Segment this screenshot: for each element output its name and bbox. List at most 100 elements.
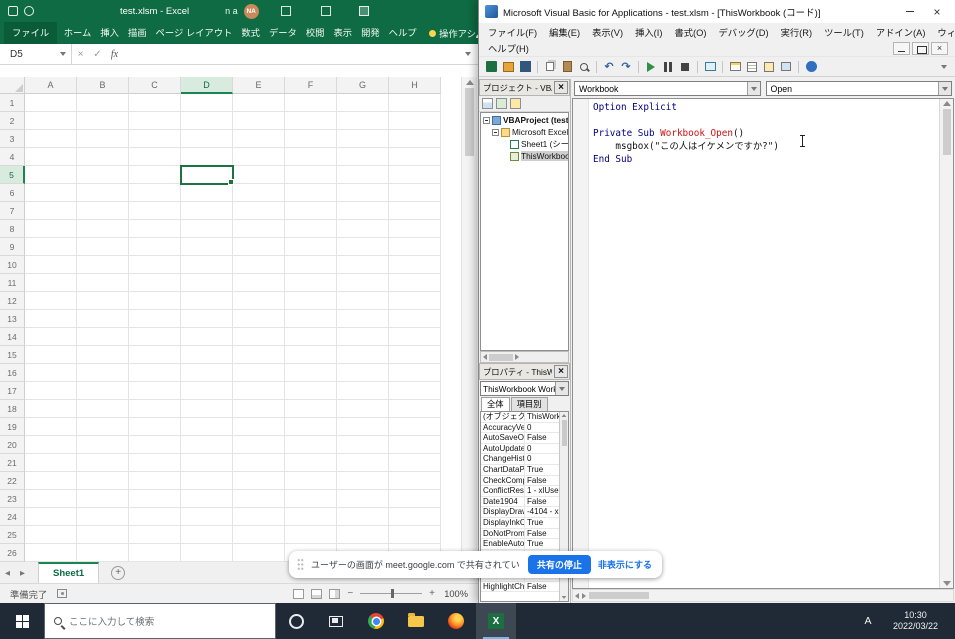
cell-B9[interactable] <box>77 238 129 256</box>
cortana-taskbar-button[interactable] <box>276 603 316 639</box>
cell-G12[interactable] <box>337 292 389 310</box>
cell-B14[interactable] <box>77 328 129 346</box>
formula-bar-expand-icon[interactable] <box>465 52 471 56</box>
row-header-22[interactable]: 22 <box>0 472 25 490</box>
cell-D14[interactable] <box>181 328 233 346</box>
cell-H1[interactable] <box>389 94 441 112</box>
cell-E26[interactable] <box>233 544 285 562</box>
ribbon-tab-挿入[interactable]: 挿入 <box>96 22 124 44</box>
cell-E12[interactable] <box>233 292 285 310</box>
select-all-button[interactable] <box>0 77 25 94</box>
cell-D12[interactable] <box>181 292 233 310</box>
save-icon[interactable] <box>8 6 18 16</box>
sheet-nav-left-icon[interactable]: ◀ <box>0 569 15 577</box>
column-header-A[interactable]: A <box>25 77 77 94</box>
cell-C13[interactable] <box>129 310 181 328</box>
menu-デバッグ(D)[interactable]: デバッグ(D) <box>712 25 774 39</box>
cell-C16[interactable] <box>129 364 181 382</box>
property-row[interactable]: AutoSaveOnFalse <box>481 433 568 444</box>
code-hscrollbar[interactable] <box>572 589 954 602</box>
cell-D23[interactable] <box>181 490 233 508</box>
properties-window-button[interactable] <box>745 60 759 74</box>
scroll-down-icon[interactable] <box>943 581 951 586</box>
code-vscrollbar[interactable] <box>939 99 953 588</box>
chrome-taskbar-button[interactable] <box>356 603 396 639</box>
cell-F12[interactable] <box>285 292 337 310</box>
scroll-up-icon[interactable] <box>943 101 951 106</box>
grid-vertical-scrollbar[interactable] <box>461 77 477 563</box>
cell-A24[interactable] <box>25 508 77 526</box>
zoom-out-icon[interactable]: − <box>347 588 353 599</box>
sheet-nav-right-icon[interactable]: ▶ <box>15 569 30 577</box>
start-button[interactable] <box>0 603 44 639</box>
cell-E8[interactable] <box>233 220 285 238</box>
cell-F15[interactable] <box>285 346 337 364</box>
properties-panel-close-button[interactable]: × <box>554 365 568 378</box>
cell-F21[interactable] <box>285 454 337 472</box>
new-sheet-button[interactable]: + <box>111 566 125 580</box>
cell-C24[interactable] <box>129 508 181 526</box>
row-header-5[interactable]: 5 <box>0 166 25 184</box>
properties-tab-項目別[interactable]: 項目別 <box>511 397 548 411</box>
tree-item-thisworkbook[interactable]: ThisWorkbook <box>481 150 568 162</box>
cell-C14[interactable] <box>129 328 181 346</box>
row-header-20[interactable]: 20 <box>0 436 25 454</box>
row-header-26[interactable]: 26 <box>0 544 25 562</box>
paste-button[interactable] <box>560 60 574 74</box>
cell-A16[interactable] <box>25 364 77 382</box>
cell-E6[interactable] <box>233 184 285 202</box>
row-header-24[interactable]: 24 <box>0 508 25 526</box>
cell-H23[interactable] <box>389 490 441 508</box>
menu-表示(V)[interactable]: 表示(V) <box>586 25 629 39</box>
macro-record-icon[interactable] <box>57 589 67 598</box>
cell-A15[interactable] <box>25 346 77 364</box>
ribbon-tab-ホーム[interactable]: ホーム <box>59 22 96 44</box>
document-close-button[interactable]: × <box>931 42 948 55</box>
cell-E5[interactable] <box>233 166 285 184</box>
formula-input[interactable] <box>123 44 458 64</box>
scroll-left-icon[interactable] <box>483 354 487 360</box>
insert-object-button[interactable] <box>501 60 515 74</box>
expander-icon[interactable] <box>483 117 490 124</box>
cell-B26[interactable] <box>77 544 129 562</box>
ribbon-tab-校閲[interactable]: 校閲 <box>301 22 329 44</box>
cell-B20[interactable] <box>77 436 129 454</box>
cell-C9[interactable] <box>129 238 181 256</box>
scroll-up-icon[interactable] <box>562 414 567 417</box>
design-mode-button[interactable] <box>703 60 717 74</box>
project-panel-close-button[interactable]: × <box>554 81 568 94</box>
cell-A17[interactable] <box>25 382 77 400</box>
row-header-16[interactable]: 16 <box>0 364 25 382</box>
taskbar-search[interactable]: ここに入力して検索 <box>44 603 276 639</box>
ribbon-tab-データ[interactable]: データ <box>264 22 301 44</box>
cell-B2[interactable] <box>77 112 129 130</box>
cell-C4[interactable] <box>129 148 181 166</box>
ribbon-tab-表示[interactable]: 表示 <box>329 22 357 44</box>
expander-icon[interactable] <box>492 129 499 136</box>
autosave-icon[interactable] <box>24 6 34 16</box>
menu-ファイル(F)[interactable]: ファイル(F) <box>482 25 543 39</box>
cell-F9[interactable] <box>285 238 337 256</box>
scroll-thumb[interactable] <box>489 354 513 361</box>
cell-F7[interactable] <box>285 202 337 220</box>
cell-D22[interactable] <box>181 472 233 490</box>
row-header-23[interactable]: 23 <box>0 490 25 508</box>
taskbar-clock[interactable]: 10:30 2022/03/22 <box>881 610 950 632</box>
cell-E16[interactable] <box>233 364 285 382</box>
cell-H20[interactable] <box>389 436 441 454</box>
cell-A25[interactable] <box>25 526 77 544</box>
toggle-folders-icon[interactable] <box>510 98 521 109</box>
cell-B25[interactable] <box>77 526 129 544</box>
column-header-D[interactable]: D <box>181 77 233 94</box>
ribbon-tab-ファイル[interactable]: ファイル <box>4 22 57 44</box>
project-tree[interactable]: VBAProject (test.xlsm)Microsoft Excel Ob… <box>480 112 569 351</box>
cell-D2[interactable] <box>181 112 233 130</box>
cell-F10[interactable] <box>285 256 337 274</box>
cell-F22[interactable] <box>285 472 337 490</box>
cell-H9[interactable] <box>389 238 441 256</box>
document-restore-button[interactable] <box>912 42 929 55</box>
cell-H22[interactable] <box>389 472 441 490</box>
tree-item-excel-objects[interactable]: Microsoft Excel Objects <box>481 126 568 138</box>
cell-D9[interactable] <box>181 238 233 256</box>
row-header-21[interactable]: 21 <box>0 454 25 472</box>
